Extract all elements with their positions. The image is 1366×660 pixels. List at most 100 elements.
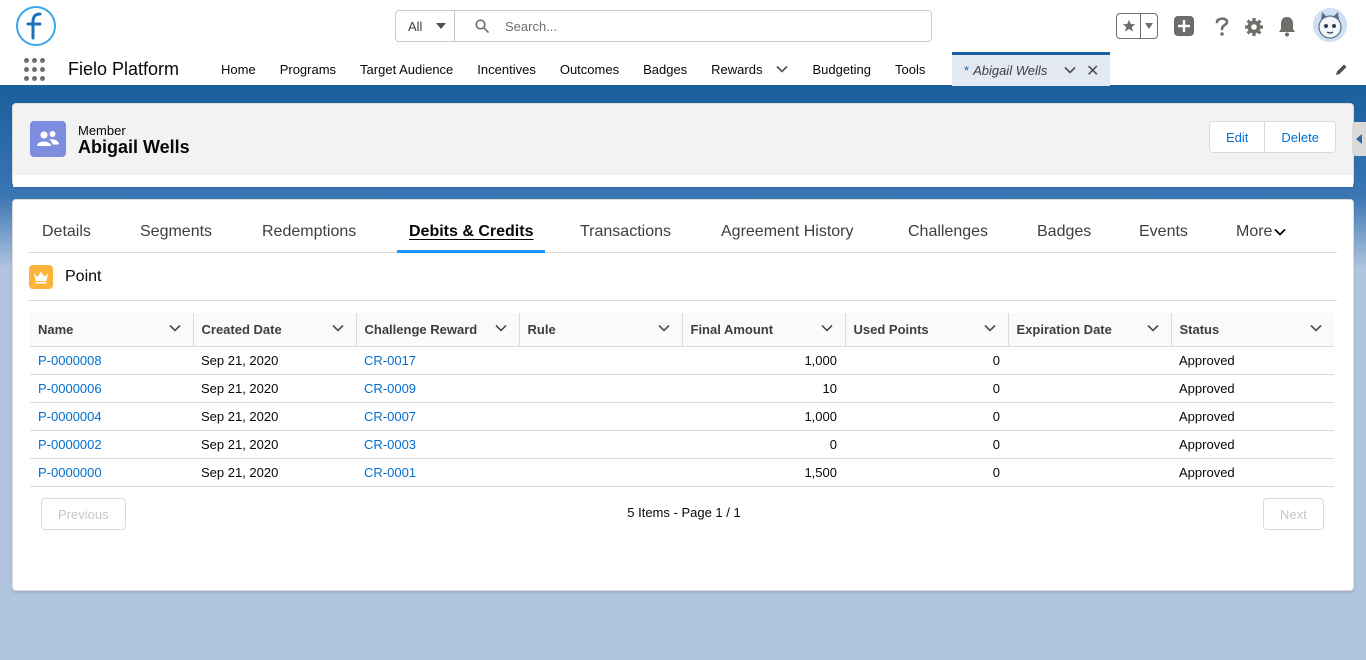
star-icon[interactable] — [1117, 14, 1141, 38]
tab-more[interactable]: More — [1236, 212, 1287, 252]
nav-item-target-audience[interactable]: Target Audience — [348, 52, 465, 86]
nav-item-tools[interactable]: Tools — [883, 52, 937, 86]
app-name: Fielo Platform — [68, 59, 180, 79]
tab-debits-credits[interactable]: Debits & Credits — [396, 212, 546, 253]
tab-challenges[interactable]: Challenges — [908, 212, 988, 252]
tab-agreement-history[interactable]: Agreement History — [721, 212, 854, 252]
table-row: P-0000004 Sep 21, 2020 CR-0007 1,000 0 A… — [30, 402, 1334, 431]
chevron-down-icon[interactable] — [1310, 324, 1322, 332]
column-header-expiration-date[interactable]: Expiration Date — [1008, 313, 1172, 347]
challenge-reward-link[interactable]: CR-0003 — [364, 437, 416, 452]
chevron-down-icon[interactable] — [983, 324, 996, 332]
record-header: Member Abigail Wells Edit Delete — [12, 103, 1354, 187]
cell-final-amount: 0 — [682, 430, 845, 459]
chevron-down-icon[interactable] — [168, 324, 181, 332]
point-link[interactable]: P-0000008 — [38, 353, 102, 368]
nav-item-home[interactable]: Home — [209, 52, 268, 86]
cell-created-date: Sep 21, 2020 — [193, 346, 356, 375]
column-header-final-amount[interactable]: Final Amount — [682, 313, 846, 347]
column-header-label: Final Amount — [690, 321, 774, 337]
challenge-reward-link[interactable]: CR-0007 — [364, 409, 416, 424]
cell-used-points: 0 — [845, 458, 1008, 487]
record-title: Abigail Wells — [78, 137, 190, 157]
chevron-down-icon[interactable] — [820, 324, 833, 332]
delete-button[interactable]: Delete — [1264, 122, 1335, 152]
cell-final-amount: 10 — [682, 374, 845, 403]
nav-item-incentives[interactable]: Incentives — [465, 52, 548, 86]
help-icon[interactable] — [1211, 15, 1233, 37]
cell-challenge-reward: CR-0017 — [356, 346, 519, 375]
point-link[interactable]: P-0000004 — [38, 409, 102, 424]
chevron-down-icon[interactable] — [1064, 66, 1076, 74]
add-icon[interactable] — [1173, 15, 1195, 37]
chevron-down-icon[interactable] — [331, 324, 344, 332]
nav-item-budgeting[interactable]: Budgeting — [800, 52, 883, 86]
column-header-challenge-reward[interactable]: Challenge Reward — [356, 313, 520, 347]
cell-rule — [519, 458, 682, 487]
tab-events[interactable]: Events — [1139, 212, 1188, 252]
challenge-reward-link[interactable]: CR-0001 — [364, 465, 416, 480]
app-navigation-bar: Fielo Platform Home Programs Target Audi… — [0, 52, 1366, 88]
search-field — [455, 11, 931, 41]
tab-details[interactable]: Details — [42, 212, 91, 252]
nav-item-rewards-label: Rewards — [711, 61, 763, 77]
tab-transactions[interactable]: Transactions — [580, 212, 671, 252]
point-link[interactable]: P-0000002 — [38, 437, 102, 452]
point-link[interactable]: P-0000006 — [38, 381, 102, 396]
column-header-label: Challenge Reward — [364, 321, 478, 337]
cell-challenge-reward: CR-0009 — [356, 374, 519, 403]
tab-segments[interactable]: Segments — [140, 212, 212, 252]
favorites-dropdown-icon[interactable] — [1141, 23, 1157, 29]
chevron-down-icon[interactable] — [657, 324, 670, 332]
cell-used-points: 0 — [845, 430, 1008, 459]
column-header-name[interactable]: Name — [30, 313, 194, 347]
cell-status: Approved — [1171, 402, 1334, 431]
user-avatar[interactable] — [1313, 8, 1347, 42]
nav-item-rewards[interactable]: Rewards — [699, 52, 800, 86]
cell-final-amount: 1,000 — [682, 346, 845, 375]
favorites-button[interactable] — [1116, 13, 1158, 39]
cell-used-points: 0 — [845, 374, 1008, 403]
column-header-rule[interactable]: Rule — [519, 313, 683, 347]
workspace-tab-record[interactable]: * Abigail Wells ✕ — [952, 52, 1110, 86]
app-launcher-icon[interactable] — [24, 58, 48, 82]
tab-badges[interactable]: Badges — [1037, 212, 1091, 252]
chevron-down-icon[interactable] — [494, 324, 507, 332]
fielo-logo-icon[interactable] — [16, 6, 56, 46]
next-button[interactable]: Next — [1263, 498, 1324, 530]
search-scope-dropdown[interactable]: All — [396, 11, 455, 41]
chevron-down-icon — [1274, 228, 1287, 236]
unsaved-marker: * — [964, 63, 970, 78]
column-header-status[interactable]: Status — [1171, 313, 1334, 347]
search-icon — [475, 19, 489, 33]
cell-created-date: Sep 21, 2020 — [193, 458, 356, 487]
column-header-created-date[interactable]: Created Date — [193, 313, 357, 347]
record-type-label: Member — [78, 123, 126, 138]
challenge-reward-link[interactable]: CR-0017 — [364, 353, 416, 368]
cell-challenge-reward: CR-0001 — [356, 458, 519, 487]
column-header-used-points[interactable]: Used Points — [845, 313, 1009, 347]
challenge-reward-link[interactable]: CR-0009 — [364, 381, 416, 396]
tab-redemptions[interactable]: Redemptions — [262, 212, 356, 252]
search-input[interactable] — [505, 18, 885, 34]
cell-rule — [519, 430, 682, 459]
point-link[interactable]: P-0000000 — [38, 465, 102, 480]
cell-used-points: 0 — [845, 402, 1008, 431]
cell-status: Approved — [1171, 346, 1334, 375]
utility-panel-toggle[interactable] — [1352, 122, 1366, 156]
global-search: All — [395, 10, 932, 42]
crown-icon — [29, 265, 53, 289]
edit-nav-pencil-icon[interactable] — [1334, 63, 1348, 80]
close-icon[interactable]: ✕ — [1086, 64, 1099, 80]
gear-icon[interactable] — [1243, 16, 1265, 38]
cell-challenge-reward: CR-0007 — [356, 402, 519, 431]
pager-info: 5 Items - Page 1 / 1 — [627, 505, 741, 520]
chevron-down-icon[interactable] — [1146, 324, 1159, 332]
edit-button[interactable]: Edit — [1210, 122, 1264, 152]
nav-item-outcomes[interactable]: Outcomes — [548, 52, 631, 86]
record-tabs: Details Segments Redemptions Debits & Cr… — [29, 212, 1337, 253]
nav-item-badges[interactable]: Badges — [631, 52, 699, 86]
chevron-down-icon[interactable] — [776, 65, 789, 73]
nav-item-programs[interactable]: Programs — [268, 52, 348, 86]
bell-icon[interactable] — [1276, 15, 1298, 37]
